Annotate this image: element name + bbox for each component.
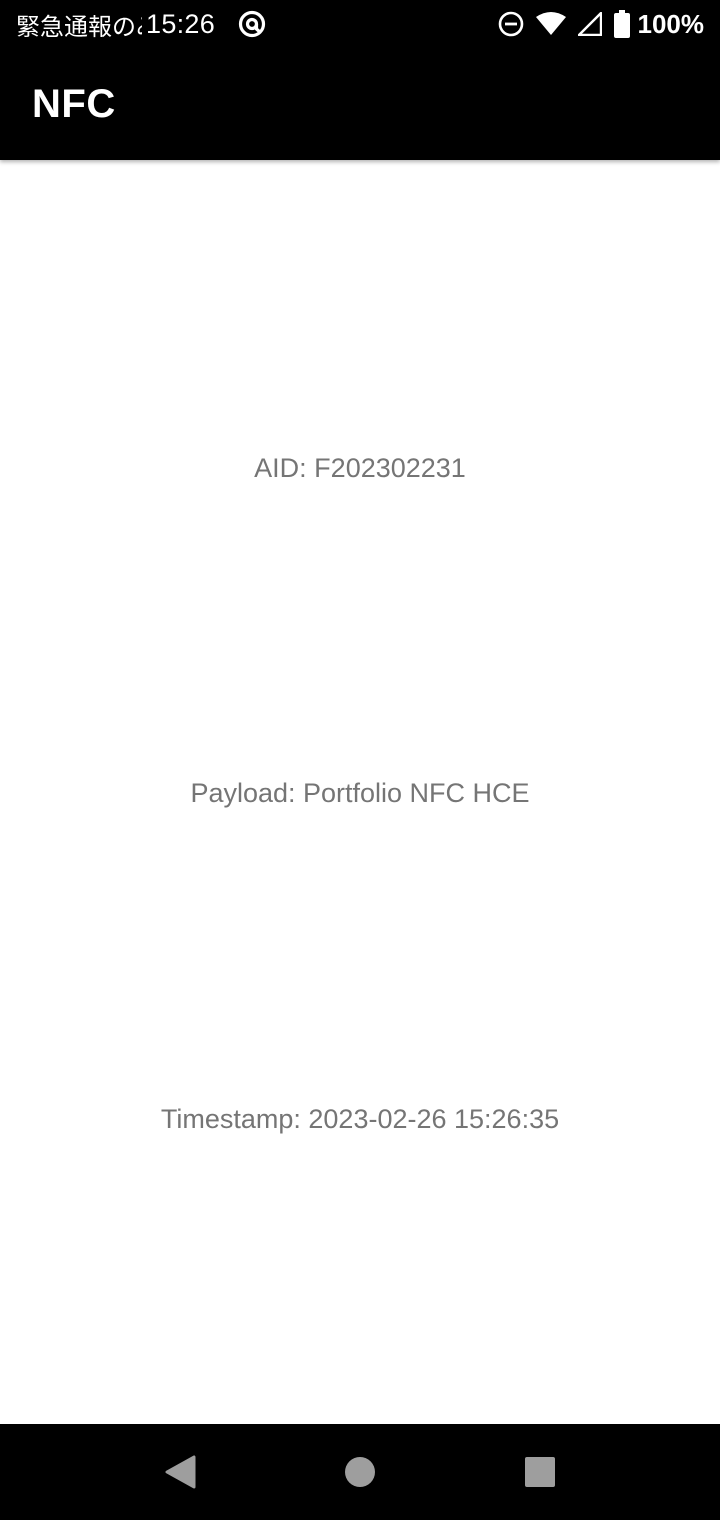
recents-button[interactable] <box>492 1424 588 1520</box>
aid-text: AID: F202302231 <box>254 453 466 483</box>
payload-text: Payload: Portfolio NFC HCE <box>190 778 530 808</box>
at-sign-icon <box>237 9 267 39</box>
status-bar: 緊急通報のみ 15:26 <box>0 0 720 48</box>
battery-percent: 100% <box>637 8 705 39</box>
cellular-signal-icon <box>577 12 602 36</box>
back-button[interactable] <box>132 1424 228 1520</box>
back-icon <box>163 1454 197 1490</box>
status-right: 100% <box>498 0 705 48</box>
navigation-bar <box>0 1424 720 1520</box>
battery-icon <box>613 10 630 38</box>
status-left: 緊急通報のみ 15:26 <box>16 0 267 48</box>
home-button[interactable] <box>312 1424 408 1520</box>
recents-icon <box>524 1456 556 1488</box>
carrier-status-text: 緊急通報のみ <box>16 12 142 41</box>
do-not-disturb-icon <box>498 11 524 37</box>
app-bar: NFC <box>0 48 720 160</box>
home-icon <box>344 1456 376 1488</box>
main-content: AID: F202302231 Payload: Portfolio NFC H… <box>0 160 720 1424</box>
status-time: 15:26 <box>146 8 216 39</box>
app-title: NFC <box>32 82 116 126</box>
timestamp-text: Timestamp: 2023-02-26 15:26:35 <box>160 1104 560 1134</box>
wifi-icon <box>535 12 566 36</box>
